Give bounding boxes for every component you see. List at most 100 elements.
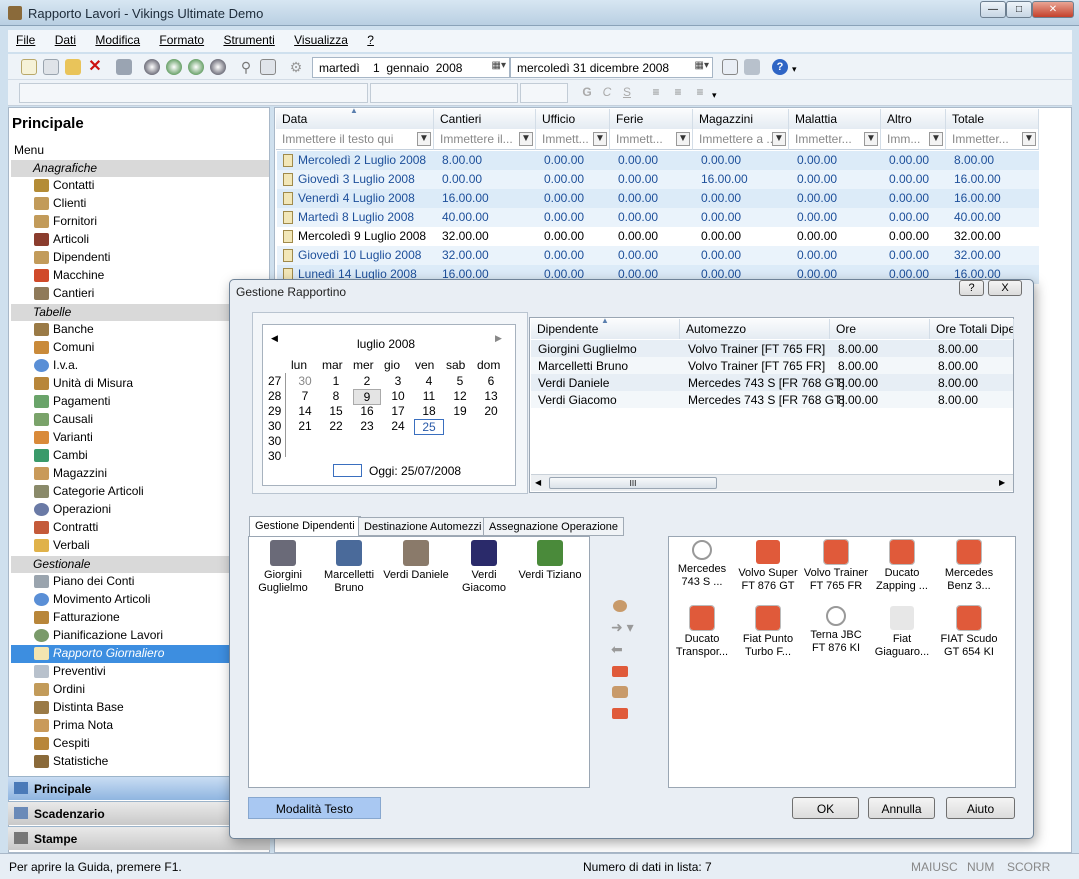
table-row[interactable]: Mercoledì 9 Luglio 2008 32.00.00 0.00.00 0.…: [277, 227, 1039, 246]
search-icon[interactable]: ⚲: [238, 59, 254, 75]
nav-item[interactable]: Contatti: [33, 177, 243, 195]
month-calendar[interactable]: ◀ luglio 2008 ▶ lun mar mer gio ven sab dom 27 3…: [262, 324, 516, 486]
nav-item[interactable]: Operazioni: [33, 501, 243, 519]
vehicle-card[interactable]: Volvo Super FT 876 GT: [735, 540, 801, 593]
filter-icon[interactable]: ▼: [772, 132, 786, 146]
nav-item[interactable]: Prima Nota: [33, 717, 243, 735]
menu-visualizza[interactable]: Visualizza: [286, 30, 356, 47]
nav-item[interactable]: Pagamenti: [33, 393, 243, 411]
next-month-icon[interactable]: ▶: [495, 333, 502, 344]
table-row[interactable]: Mercoledì 2 Luglio 2008 8.00.00 0.00.00 0.0…: [277, 151, 1039, 170]
calendar-dropdown-icon[interactable]: ▦▾: [695, 60, 709, 71]
nav-item[interactable]: Piano dei Conti: [33, 573, 243, 591]
assign-employee-icon[interactable]: [613, 600, 627, 612]
text-mode-button[interactable]: Modalità Testo: [248, 797, 381, 819]
nav-item[interactable]: Macchine: [33, 267, 243, 285]
nav-item[interactable]: Fornitori: [33, 213, 243, 231]
vehicle-card[interactable]: Ducato Transpor...: [669, 605, 735, 659]
column-header-dipendente[interactable]: Dipendente ▲: [531, 316, 680, 339]
assign-group-icon[interactable]: [612, 686, 628, 698]
calendar-day[interactable]: 2: [355, 374, 379, 388]
group-anagrafiche[interactable]: Anagrafiche: [11, 160, 269, 177]
move-left-icon[interactable]: ⬅: [611, 641, 623, 658]
scroll-thumb[interactable]: III: [549, 477, 717, 489]
align-center-icon[interactable]: ≡: [670, 85, 686, 101]
date-from-picker[interactable]: martedì 1 gennaio 2008 ▦▾: [312, 57, 510, 78]
tab-destinazione-automezzi[interactable]: Destinazione Automezzi: [358, 517, 488, 536]
vehicle-card[interactable]: Ducato Zapping ...: [869, 539, 935, 593]
align-left-icon[interactable]: ≡: [648, 85, 664, 101]
table-row[interactable]: Giovedì 3 Luglio 2008 0.00.00 0.00.00 0.00.…: [277, 170, 1039, 189]
filter-magazzini[interactable]: Immettere a ... ▼: [693, 129, 789, 150]
calendar-day[interactable]: 30: [293, 374, 317, 388]
vehicle-card[interactable]: Mercedes Benz 3...: [936, 539, 1002, 593]
nav-item[interactable]: Comuni: [33, 339, 243, 357]
filter-altro[interactable]: Imm... ▼: [881, 129, 946, 150]
vehicle-card[interactable]: Volvo Trainer FT 765 FR: [803, 539, 869, 593]
nav-item[interactable]: Cambi: [33, 447, 243, 465]
filter-ferie[interactable]: Immett... ▼: [610, 129, 693, 150]
window-icon[interactable]: [260, 59, 276, 75]
nav-item[interactable]: Unità di Misura: [33, 375, 243, 393]
filter-icon[interactable]: ▼: [676, 132, 690, 146]
print-icon[interactable]: [744, 59, 760, 75]
nav-item[interactable]: Distinta Base: [33, 699, 243, 717]
calendar-day[interactable]: 18: [417, 404, 441, 418]
filter-icon[interactable]: ▼: [593, 132, 607, 146]
calendar-day[interactable]: 19: [448, 404, 472, 418]
nav-item[interactable]: Pianificazione Lavori: [33, 627, 243, 645]
filter-cantieri[interactable]: Immettere il... ▼: [434, 129, 536, 150]
column-header-magazzini[interactable]: Magazzini: [693, 109, 789, 129]
date-to-picker[interactable]: mercoledì 31 dicembre 2008 ▦▾: [510, 57, 713, 78]
nav-item[interactable]: Ordini: [33, 681, 243, 699]
align-right-icon[interactable]: ≡: [692, 85, 708, 101]
calendar-day[interactable]: 13: [479, 389, 503, 403]
new-icon[interactable]: [21, 59, 37, 75]
next-record-icon[interactable]: [188, 59, 204, 75]
dialog-help-button[interactable]: ?: [959, 280, 984, 296]
menu-modifica[interactable]: Modifica: [87, 30, 148, 47]
delete-icon[interactable]: ✕: [87, 59, 103, 75]
calendar-day[interactable]: 20: [479, 404, 503, 418]
calendar-day[interactable]: 23: [355, 419, 379, 433]
toolbar-overflow-icon[interactable]: ▾: [712, 90, 728, 106]
column-header-cantieri[interactable]: Cantieri: [434, 109, 536, 129]
nav-item[interactable]: Dipendenti: [33, 249, 243, 267]
nav-item[interactable]: Preventivi: [33, 663, 243, 681]
calendar-day[interactable]: 21: [293, 419, 317, 433]
calendar-day[interactable]: 11: [417, 389, 441, 403]
copy-icon[interactable]: [43, 59, 59, 75]
vehicle-card[interactable]: Mercedes 743 S ...: [669, 540, 735, 589]
open-folder-icon[interactable]: [65, 59, 81, 75]
font-style-select[interactable]: [370, 83, 518, 103]
calendar-day[interactable]: 3: [386, 374, 410, 388]
vehicle-card[interactable]: FIAT Scudo GT 654 KI: [936, 605, 1002, 659]
today-label[interactable]: Oggi: 25/07/2008: [369, 464, 461, 478]
font-size-select[interactable]: [520, 83, 568, 103]
calendar-day[interactable]: 14: [293, 404, 317, 418]
filter-data[interactable]: Immettere il testo qui ▼: [276, 129, 434, 150]
scroll-right-icon[interactable]: ▶: [999, 478, 1005, 487]
nav-item[interactable]: Clienti: [33, 195, 243, 213]
help-icon[interactable]: ?: [772, 59, 788, 75]
column-header-automezzo[interactable]: Automezzo: [680, 319, 830, 339]
nav-item[interactable]: Verbali: [33, 537, 243, 555]
tools-icon[interactable]: ⚙: [288, 59, 304, 75]
bold-icon[interactable]: G: [579, 85, 595, 101]
employee-card[interactable]: Giorgini Guglielmo: [248, 540, 318, 595]
table-row[interactable]: Martedì 8 Luglio 2008 40.00.00 0.00.00 0.00…: [277, 208, 1039, 227]
filter-malattia[interactable]: Immetter... ▼: [789, 129, 881, 150]
table-row[interactable]: Venerdì 4 Luglio 2008 16.00.00 0.00.00 0.00…: [277, 189, 1039, 208]
table-row[interactable]: Verdi Giacomo Mercedes 743 S [FR 768 GT] 8…: [531, 391, 1013, 408]
move-right-icon[interactable]: ➜ ▾: [611, 619, 634, 636]
filter-icon[interactable]: ▼: [417, 132, 431, 146]
calendar-day[interactable]: 24: [386, 419, 410, 433]
toolbar-overflow-icon[interactable]: ▾: [792, 64, 808, 80]
filter-icon[interactable]: ▼: [929, 132, 943, 146]
calendar-day[interactable]: 15: [324, 404, 348, 418]
menu-formato[interactable]: Formato: [151, 30, 212, 47]
calendar-day[interactable]: 12: [448, 389, 472, 403]
menu-help[interactable]: ?: [359, 30, 382, 47]
column-header-altro[interactable]: Altro: [881, 109, 946, 129]
calendar-day[interactable]: 4: [417, 374, 441, 388]
